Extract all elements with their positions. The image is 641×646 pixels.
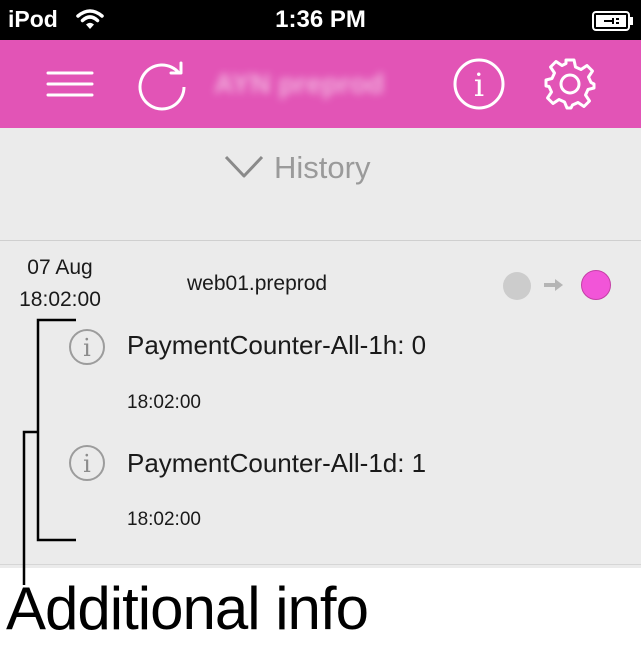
annotation-label: Additional info: [6, 575, 369, 642]
annotation-bracket: [22, 318, 76, 585]
